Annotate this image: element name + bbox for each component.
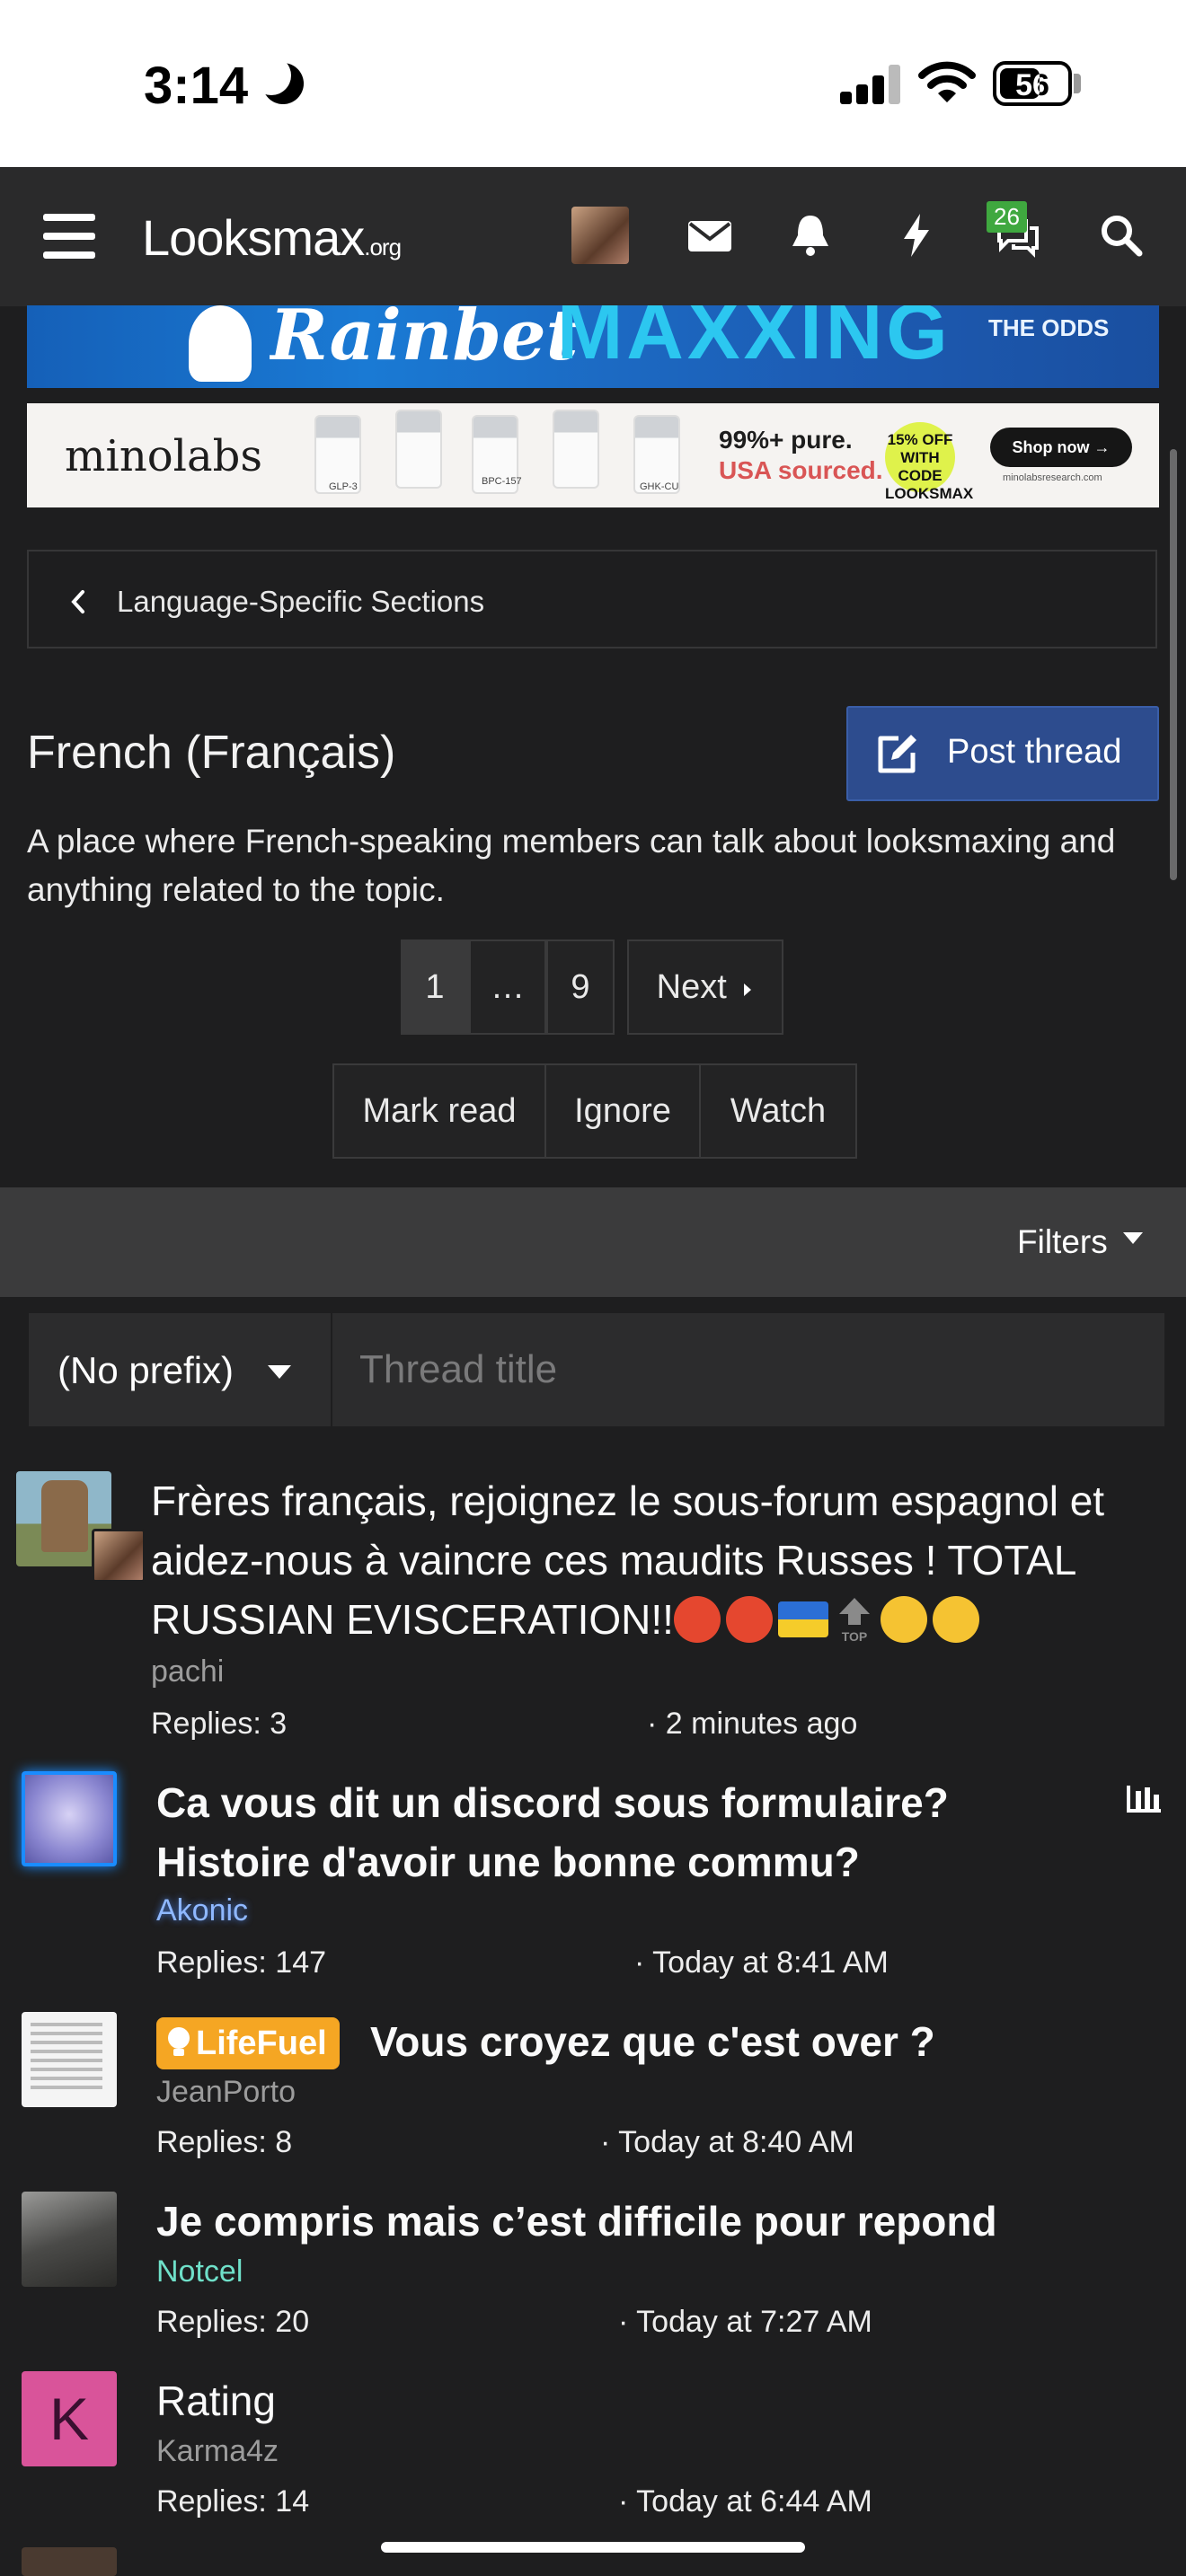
minolabs-claim-sourcing: USA sourced. [719, 456, 883, 484]
thread-thumbnail[interactable] [22, 2012, 117, 2107]
shop-now-button[interactable]: Shop now → [990, 428, 1132, 467]
cellular-signal-icon [840, 63, 903, 104]
angry-emoji-icon [673, 1596, 721, 1643]
caret-right-icon [744, 984, 752, 996]
product-vial [553, 410, 599, 489]
vial-label: GLP-3 [329, 481, 358, 492]
filter-bar [0, 1187, 1186, 1297]
thread-thumbnail[interactable] [22, 2547, 117, 2576]
thread-date[interactable]: · Today at 7:27 AM [618, 2305, 872, 2340]
breadcrumb-label[interactable]: Language-Specific Sections [117, 585, 484, 619]
page-title: French (Français) [27, 727, 396, 779]
raised-fist-emoji-icon [880, 1596, 927, 1643]
thread-author[interactable]: Akonic [156, 1893, 248, 1928]
menu-icon[interactable] [43, 214, 95, 259]
thread-thumbnail[interactable] [22, 1771, 117, 1866]
prefix-select-value[interactable]: (No prefix) [58, 1349, 234, 1392]
minolabs-url: minolabsresearch.com [1003, 472, 1102, 483]
compose-icon [878, 735, 916, 773]
next-page-button[interactable]: Next [627, 940, 783, 1035]
site-logo[interactable]: Looksmax.org [142, 208, 402, 267]
thread-date[interactable]: · Today at 8:40 AM [600, 2125, 854, 2160]
filters-dropdown[interactable]: Filters [1017, 1223, 1108, 1261]
discount-badge: 15% OFF WITH CODE LOOKSMAX [885, 422, 973, 502]
svg-text:TOP: TOP [842, 1629, 868, 1643]
thread-author[interactable]: pachi [151, 1654, 224, 1689]
conversations-count-badge: 26 [987, 201, 1027, 233]
chevron-down-icon [268, 1365, 291, 1379]
minolabs-logo: minolabs [65, 431, 263, 481]
thread-replies: Replies: 3 [151, 1707, 288, 1741]
vial-label: BPC-157 [482, 476, 522, 487]
watch-button[interactable]: Watch [699, 1063, 857, 1159]
last-poster-avatar[interactable] [92, 1529, 146, 1583]
next-page-label: Next [656, 968, 727, 1006]
thread-title[interactable]: Rating [156, 2371, 1145, 2430]
scrollbar[interactable] [1170, 449, 1177, 880]
thread-title[interactable]: Je compris mais c’est difficile pour rep… [156, 2192, 1163, 2251]
page-jump-button[interactable]: … [469, 940, 546, 1035]
minolabs-claim-purity: 99%+ pure. [719, 426, 853, 454]
lifefuel-prefix-label: LifeFuel [196, 2025, 327, 2062]
vial-label: GHK-CU [640, 481, 679, 492]
chicken-mascot [189, 305, 252, 382]
chevron-left-icon [71, 590, 84, 613]
page-9-button[interactable]: 9 [546, 940, 615, 1035]
status-time: 3:14 [144, 57, 249, 115]
thread-replies: Replies: 14 [156, 2484, 310, 2519]
thread-replies: Replies: 20 [156, 2305, 310, 2339]
angry-emoji-icon [725, 1596, 773, 1643]
user-avatar[interactable] [571, 207, 629, 264]
moon-icon [252, 56, 304, 104]
mark-read-button[interactable]: Mark read [332, 1063, 546, 1159]
post-thread-label[interactable]: Post thread [947, 733, 1121, 772]
lifefuel-prefix-badge[interactable]: LifeFuel [156, 2017, 340, 2069]
thread-title[interactable]: Ca vous dit un discord sous formulaire? … [156, 1773, 1109, 1892]
thread-title-input[interactable] [332, 1313, 1164, 1426]
thread-replies: Replies: 147 [156, 1945, 327, 1980]
thread-date[interactable]: · Today at 6:44 AM [618, 2484, 872, 2519]
thread-date[interactable]: · 2 minutes ago [647, 1707, 857, 1742]
ukraine-flag-icon [777, 1601, 828, 1637]
home-indicator[interactable] [381, 2542, 805, 2553]
thread-author[interactable]: Karma4z [156, 2434, 279, 2469]
thread-title[interactable]: Vous croyez que c'est over ? [370, 2012, 1161, 2071]
thread-author[interactable]: JeanPorto [156, 2075, 296, 2110]
lightbulb-icon [168, 2027, 190, 2056]
thread-date[interactable]: · Today at 8:41 AM [634, 1945, 889, 1981]
search-icon[interactable] [1094, 208, 1148, 262]
thread-replies: Replies: 8 [156, 2125, 293, 2159]
product-vial [395, 410, 442, 489]
bell-icon[interactable] [783, 208, 837, 262]
thread-title[interactable]: Frères français, rejoignez le sous-forum… [151, 1471, 1175, 1649]
raised-fist-emoji-icon [932, 1596, 979, 1643]
lightning-icon[interactable] [890, 208, 943, 262]
forum-description: A place where French-speaking members ca… [27, 823, 1116, 908]
rainbet-brand-text: Rainbet [270, 295, 579, 376]
wifi-icon [918, 61, 976, 102]
ignore-button[interactable]: Ignore [544, 1063, 701, 1159]
poll-icon [1127, 1786, 1161, 1813]
top-arrow-icon: TOP [838, 1598, 870, 1644]
thread-author[interactable]: Notcel [156, 2254, 243, 2289]
rainbet-tagline: THE ODDS [988, 314, 1110, 341]
thread-thumbnail[interactable] [22, 2192, 117, 2287]
chevron-down-icon [1123, 1232, 1143, 1244]
battery-icon: 56 [993, 61, 1072, 106]
avatar[interactable]: K [22, 2371, 117, 2466]
page-1-button[interactable]: 1 [401, 940, 469, 1035]
battery-cap [1074, 74, 1081, 93]
inbox-icon[interactable] [683, 208, 737, 262]
